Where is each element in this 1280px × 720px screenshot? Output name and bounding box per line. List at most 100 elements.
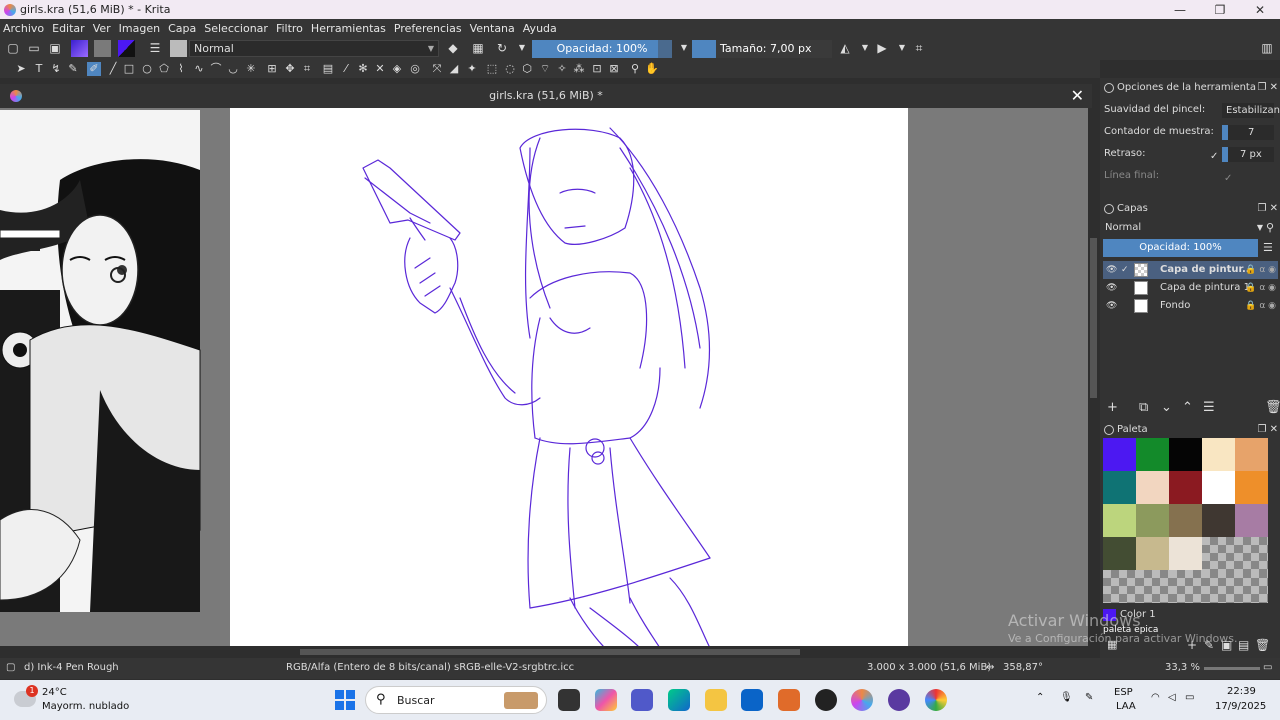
visibility-eye-icon[interactable]: 👁 xyxy=(1106,297,1117,315)
sample-count-input[interactable]: 7 xyxy=(1222,125,1274,140)
docker-float-close-icons[interactable]: ❐ ✕ xyxy=(1257,199,1278,219)
layer-row[interactable]: 👁 Capa de pintura 1 🔒 α ◉ xyxy=(1103,279,1278,297)
krita-taskbar-icon[interactable] xyxy=(851,689,873,711)
empty-swatch[interactable] xyxy=(1169,570,1202,603)
new-document-icon[interactable]: ▢ xyxy=(6,41,20,55)
teams-icon[interactable] xyxy=(631,689,653,711)
line-tool-icon[interactable]: ╱ xyxy=(106,62,120,76)
menu-editar[interactable]: Editar xyxy=(52,22,85,35)
fg-bg-color-icon[interactable] xyxy=(118,40,135,57)
duplicate-layer-icon[interactable]: ⧉ xyxy=(1139,400,1148,415)
polyline-tool-icon[interactable]: ⌇ xyxy=(174,62,188,76)
scroll-thumb[interactable] xyxy=(300,649,800,655)
battery-icon[interactable]: ▭ xyxy=(1185,692,1194,703)
brush-settings-icon[interactable]: ☰ xyxy=(148,41,162,55)
dockers-toggle-icon[interactable]: ▥ xyxy=(1260,41,1274,55)
measure-tool-icon[interactable]: ⤧ xyxy=(430,62,444,76)
layer-properties-icon[interactable]: ☰ xyxy=(1203,400,1215,415)
enclose-fill-icon[interactable]: ◎ xyxy=(408,62,422,76)
filter-icon[interactable]: ⚲ xyxy=(1266,221,1274,234)
layer-row[interactable]: 👁 ✓ Capa de pintur... 🔒 α ◉ xyxy=(1103,261,1278,279)
opacity-slider[interactable]: Opacidad: 100% xyxy=(532,40,672,58)
docker-float-close-icons[interactable]: ❐ ✕ xyxy=(1257,420,1278,440)
delete-swatch-icon[interactable]: 🗑 xyxy=(1255,638,1270,652)
drawing-canvas[interactable] xyxy=(230,108,908,646)
app-icon[interactable] xyxy=(815,689,837,711)
transform-icon[interactable]: ⊞ xyxy=(265,62,279,76)
ellipse-tool-icon[interactable]: ○ xyxy=(140,62,154,76)
freehand-select-icon[interactable]: ⌔ xyxy=(538,62,552,76)
chevron-up-icon[interactable]: ⌃ xyxy=(1036,692,1044,703)
smart-patch-icon[interactable]: ✻ xyxy=(356,62,370,76)
ellipse-select-icon[interactable]: ◌ xyxy=(503,62,517,76)
mirror-horizontal-icon[interactable]: ◭ xyxy=(838,41,852,55)
menu-imagen[interactable]: Imagen xyxy=(119,22,160,35)
clock-date[interactable]: 17/9/2025 xyxy=(1215,701,1266,712)
rectangle-tool-icon[interactable]: □ xyxy=(122,62,136,76)
multibrush-icon[interactable]: ✳ xyxy=(244,62,258,76)
maximize-button[interactable]: ❐ xyxy=(1200,0,1240,19)
file-explorer-icon[interactable] xyxy=(705,689,727,711)
palette-swatch[interactable] xyxy=(1103,504,1136,537)
palette-list-icon[interactable]: ▤ xyxy=(1238,638,1249,652)
palette-swatch[interactable] xyxy=(1235,438,1268,471)
menu-herramientas[interactable]: Herramientas xyxy=(311,22,386,35)
polygon-tool-icon[interactable]: ⬠ xyxy=(157,62,171,76)
menu-filtro[interactable]: Filtro xyxy=(276,22,303,35)
menu-archivo[interactable]: Archivo xyxy=(3,22,44,35)
layer-menu-icon[interactable]: ☰ xyxy=(1263,241,1273,254)
pen-icon[interactable]: ✎ xyxy=(1085,692,1093,703)
palette-swatch[interactable] xyxy=(1235,537,1268,570)
empty-swatch[interactable] xyxy=(1103,570,1136,603)
contiguous-select-icon[interactable]: ✧ xyxy=(555,62,569,76)
similar-select-icon[interactable]: ⁂ xyxy=(572,62,586,76)
start-button[interactable] xyxy=(335,690,355,710)
layer-blend-select[interactable]: Normal ▼ xyxy=(1103,219,1265,236)
finish-line-checkbox[interactable]: ✓ xyxy=(1224,169,1232,189)
palette-swatch[interactable] xyxy=(1169,537,1202,570)
palette-swatch[interactable] xyxy=(1202,537,1235,570)
layout-indicator[interactable]: LAA xyxy=(1116,701,1136,712)
pan-assistant-icon[interactable]: ✦ xyxy=(465,62,479,76)
edge-icon[interactable] xyxy=(668,689,690,711)
chevron-down-icon[interactable]: ▼ xyxy=(895,41,909,55)
palette-swatch[interactable] xyxy=(1136,438,1169,471)
app-icon[interactable] xyxy=(888,689,910,711)
wifi-icon[interactable]: ◠ xyxy=(1151,692,1160,703)
language-indicator[interactable]: ESP xyxy=(1114,687,1133,698)
calligraphy-icon[interactable]: ✎ xyxy=(66,62,80,76)
layer-opacity-slider[interactable]: Opacidad: 100% xyxy=(1103,239,1258,257)
empty-swatch[interactable] xyxy=(1136,570,1169,603)
layer-lock-alpha-icons[interactable]: 🔒 α ◉ xyxy=(1245,297,1276,315)
blend-mode-select[interactable]: Normal ▼ xyxy=(189,40,439,57)
save-icon[interactable]: ▣ xyxy=(48,41,62,55)
palette-swatch[interactable] xyxy=(1103,438,1136,471)
palette-swatch[interactable] xyxy=(1235,471,1268,504)
visibility-eye-icon[interactable]: 👁 xyxy=(1106,261,1117,279)
zoom-tool-icon[interactable]: ⚲ xyxy=(628,62,642,76)
bezier-tool-icon[interactable]: ∿ xyxy=(192,62,206,76)
check-icon[interactable]: ✓ xyxy=(1121,261,1129,279)
minimize-button[interactable]: — xyxy=(1160,0,1200,19)
vertical-scrollbar[interactable] xyxy=(1088,108,1100,646)
freehand-path-icon[interactable]: ⌒ xyxy=(209,62,223,76)
close-document-button[interactable]: ✕ xyxy=(1071,86,1084,105)
microphone-icon[interactable]: 🎙 xyxy=(1060,692,1073,703)
chevron-down-icon[interactable]: ▼ xyxy=(677,41,691,55)
palette-swatch[interactable] xyxy=(1202,438,1235,471)
text-tool-icon[interactable]: T xyxy=(32,62,46,76)
docker-float-close-icons[interactable]: ❐ ✕ xyxy=(1257,78,1278,98)
reload-preset-icon[interactable]: ↻ xyxy=(495,41,509,55)
layer-row[interactable]: 👁 Fondo 🔒 α ◉ xyxy=(1103,297,1278,315)
visibility-eye-icon[interactable]: 👁 xyxy=(1106,279,1117,297)
menu-ayuda[interactable]: Ayuda xyxy=(523,22,557,35)
palette-swatch[interactable] xyxy=(1136,537,1169,570)
palette-swatch[interactable] xyxy=(1136,471,1169,504)
polygon-select-icon[interactable]: ⬡ xyxy=(520,62,534,76)
delay-input[interactable]: 7 px xyxy=(1222,147,1274,162)
size-slider[interactable]: Tamaño: 7,00 px xyxy=(692,40,832,58)
dynamic-brush-icon[interactable]: ◡ xyxy=(226,62,240,76)
magnetic-select-icon[interactable]: ⊠ xyxy=(607,62,621,76)
menu-ver[interactable]: Ver xyxy=(93,22,111,35)
palette-swatch[interactable] xyxy=(1103,471,1136,504)
